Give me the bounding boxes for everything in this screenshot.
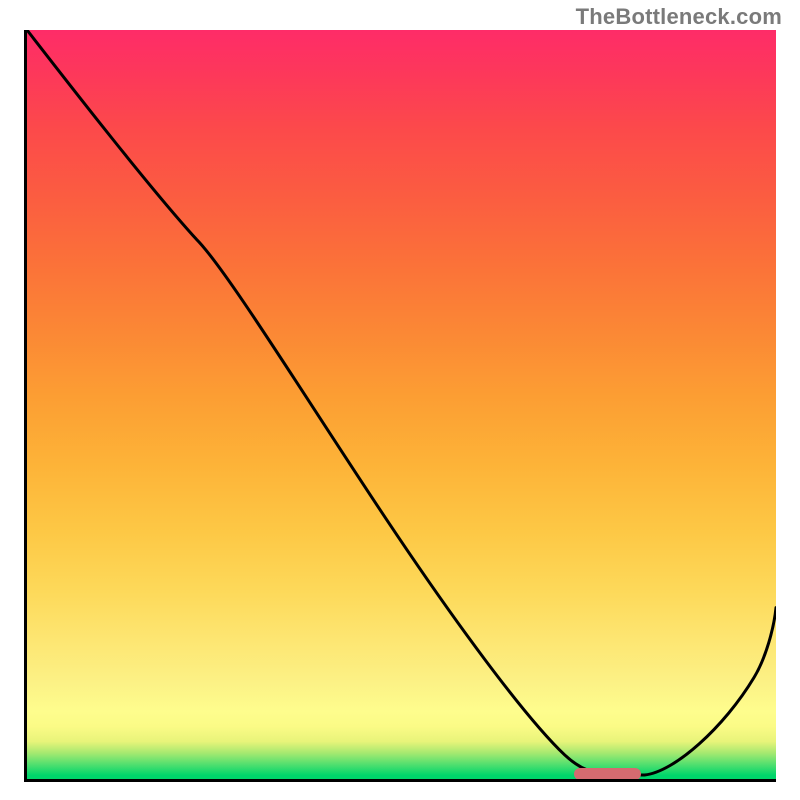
curve-path — [27, 30, 776, 775]
low-zone-marker — [574, 768, 641, 780]
bottleneck-curve-line — [27, 30, 776, 779]
watermark-text: TheBottleneck.com — [576, 4, 782, 30]
chart-plot-area — [24, 30, 776, 782]
